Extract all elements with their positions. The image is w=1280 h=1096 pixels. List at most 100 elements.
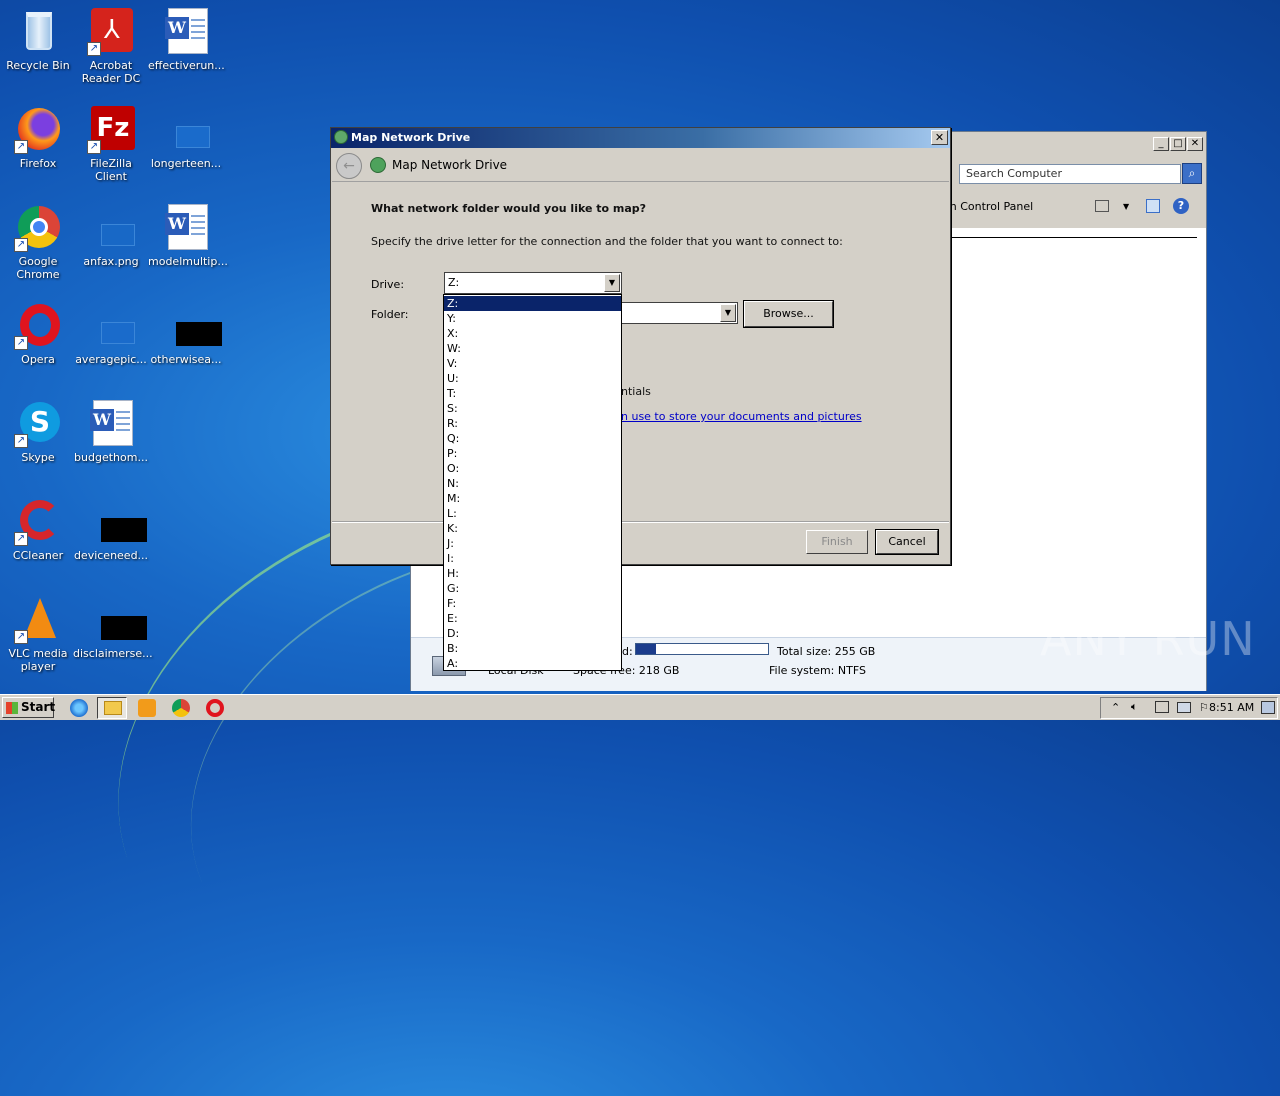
close-button[interactable]: ✕ — [931, 130, 948, 145]
desktop-icon-longerteen[interactable]: longerteen... — [148, 106, 224, 170]
recycle-bin-icon — [14, 8, 62, 56]
desktop-icon-ccleaner[interactable]: ↗ CCleaner — [0, 498, 76, 562]
desktop-icon-deviceneed[interactable]: deviceneed... — [73, 498, 149, 562]
start-button[interactable]: Start — [2, 697, 56, 718]
desktop-icon-opera[interactable]: ↗ Opera — [0, 302, 76, 366]
file-thumbnail-icon — [87, 596, 147, 644]
search-input[interactable]: Search Computer — [959, 164, 1181, 184]
desktop-icon-label: Acrobat Reader DC — [81, 59, 141, 85]
network-icon[interactable] — [1155, 701, 1169, 713]
drive-dropdown-list[interactable]: Z: Y: X: W: V: U: T: S: R: Q: P: O: N: M: L: K: J: I: H: G:… — [443, 294, 622, 671]
drive-option[interactable]: U: — [444, 371, 621, 386]
cancel-button[interactable]: Cancel — [875, 529, 939, 555]
file-thumbnail-icon — [87, 498, 147, 546]
drive-option[interactable]: Q: — [444, 431, 621, 446]
desktop-icon-filezilla[interactable]: Fz ↗ FileZilla Client — [73, 106, 149, 183]
browse-button[interactable]: Browse... — [743, 300, 834, 328]
drive-option[interactable]: G: — [444, 581, 621, 596]
anyrun-watermark: ANY RUN — [1040, 612, 1256, 666]
back-arrow-icon[interactable]: ← — [336, 153, 362, 179]
drive-option[interactable]: W: — [444, 341, 621, 356]
footer-divider — [332, 521, 949, 523]
maximize-button[interactable]: □ — [1170, 137, 1186, 151]
desktop-icon-label: anfax.png — [83, 255, 139, 268]
clock[interactable]: 8:51 AM — [1209, 701, 1254, 714]
opera-icon: ↗ — [14, 302, 62, 350]
view-options-icon[interactable] — [1095, 200, 1109, 212]
start-label: Start — [21, 700, 56, 714]
desktop-icon-modelmultip[interactable]: W modelmultip... — [148, 204, 228, 268]
drive-option[interactable]: R: — [444, 416, 621, 431]
map-network-drive-dialog[interactable]: Map Network Drive ✕ ← Map Network Drive … — [330, 127, 951, 565]
disk-usage-fill — [636, 644, 656, 654]
drive-option[interactable]: P: — [444, 446, 621, 461]
drive-option[interactable]: I: — [444, 551, 621, 566]
minimize-button[interactable]: _ — [1153, 137, 1169, 151]
internet-explorer-icon[interactable] — [70, 699, 88, 717]
desktop-icon-anfax[interactable]: anfax.png — [73, 204, 149, 268]
help-icon[interactable]: ? — [1173, 198, 1189, 214]
acrobat-icon: ⅄ ↗ — [87, 8, 135, 56]
drive-option[interactable]: M: — [444, 491, 621, 506]
drive-option[interactable]: Y: — [444, 311, 621, 326]
chevron-down-icon[interactable]: ▼ — [720, 304, 736, 322]
desktop-icon-vlc[interactable]: ↗ VLC media player — [0, 596, 76, 673]
drive-select[interactable]: Z: ▼ — [444, 272, 622, 294]
image-file-icon — [87, 302, 135, 350]
display-icon[interactable] — [1177, 702, 1191, 713]
drive-option[interactable]: X: — [444, 326, 621, 341]
drive-option[interactable]: A: — [444, 656, 621, 671]
drive-option[interactable]: K: — [444, 521, 621, 536]
drive-option[interactable]: D: — [444, 626, 621, 641]
file-thumbnail-icon — [162, 302, 222, 350]
drive-option[interactable]: O: — [444, 461, 621, 476]
firefox-icon: ↗ — [14, 106, 62, 154]
desktop-icon-recycle-bin[interactable]: Recycle Bin — [0, 8, 76, 72]
drive-select-value: Z: — [448, 276, 460, 289]
dialog-titlebar[interactable]: Map Network Drive ✕ — [331, 128, 950, 148]
drive-option[interactable]: B: — [444, 641, 621, 656]
drive-option[interactable]: S: — [444, 401, 621, 416]
desktop-icon-averagepic[interactable]: averagepic... — [73, 302, 149, 366]
drive-option[interactable]: V: — [444, 356, 621, 371]
open-control-panel-button[interactable]: en Control Panel — [943, 200, 1033, 213]
shortcut-arrow-icon: ↗ — [14, 336, 28, 350]
close-button[interactable]: ✕ — [1187, 137, 1203, 151]
network-drive-icon — [334, 130, 348, 144]
document-storage-link[interactable]: n use to store your documents and pictur… — [621, 410, 862, 423]
chevron-down-icon[interactable]: ▼ — [1123, 202, 1129, 211]
finish-button[interactable]: Finish — [806, 530, 868, 554]
shortcut-arrow-icon: ↗ — [14, 532, 28, 546]
volume-icon[interactable]: 🔈︎ — [1131, 700, 1138, 714]
drive-option[interactable]: E: — [444, 611, 621, 626]
desktop-icon-budgethom[interactable]: W budgethom... — [73, 400, 149, 464]
drive-option[interactable]: Z: — [444, 296, 621, 311]
desktop-icon-effectiverun[interactable]: W effectiverun... — [148, 8, 225, 72]
drive-option[interactable]: N: — [444, 476, 621, 491]
chevron-up-icon[interactable]: ⌃ — [1111, 701, 1120, 714]
space-used-label: d: — [622, 645, 633, 658]
taskbar-explorer-button[interactable] — [97, 697, 127, 719]
desktop-icon-disclaimerse[interactable]: disclaimerse... — [73, 596, 153, 660]
desktop-icon-google-chrome[interactable]: ↗ Google Chrome — [0, 204, 76, 281]
credentials-option-label[interactable]: ntials — [621, 385, 651, 398]
search-icon[interactable]: ⌕ — [1182, 163, 1202, 184]
desktop-icon-otherwisea[interactable]: otherwisea... — [148, 302, 224, 366]
drive-option[interactable]: T: — [444, 386, 621, 401]
desktop-icon-label: otherwisea... — [150, 353, 222, 366]
drive-option[interactable]: H: — [444, 566, 621, 581]
desktop-icon-acrobat[interactable]: ⅄ ↗ Acrobat Reader DC — [73, 8, 149, 85]
chrome-icon[interactable] — [172, 699, 190, 717]
chevron-down-icon[interactable]: ▼ — [604, 274, 620, 292]
desktop-icon-firefox[interactable]: ↗ Firefox — [0, 106, 76, 170]
show-desktop-icon[interactable] — [1261, 701, 1275, 714]
media-player-icon[interactable] — [138, 699, 156, 717]
flag-icon[interactable]: ⚐ — [1199, 701, 1209, 714]
desktop-icon-skype[interactable]: S ↗ Skype — [0, 400, 76, 464]
drive-option[interactable]: L: — [444, 506, 621, 521]
shortcut-arrow-icon: ↗ — [87, 140, 101, 154]
opera-icon[interactable] — [206, 699, 224, 717]
preview-pane-icon[interactable] — [1146, 199, 1160, 213]
drive-option[interactable]: F: — [444, 596, 621, 611]
drive-option[interactable]: J: — [444, 536, 621, 551]
